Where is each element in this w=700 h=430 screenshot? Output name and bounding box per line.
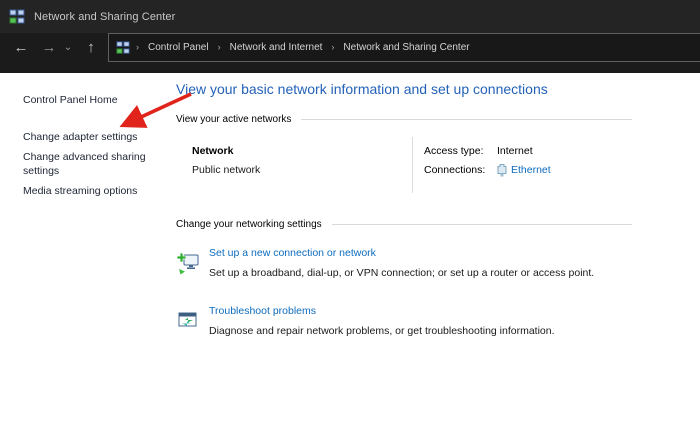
forward-icon[interactable]: → — [36, 33, 62, 62]
network-icon — [9, 9, 25, 25]
sidebar: Control Panel Home Change adapter settin… — [0, 73, 172, 204]
breadcrumb-network-sharing-center[interactable]: Network and Sharing Center — [340, 42, 472, 53]
breadcrumb-control-panel[interactable]: Control Panel — [145, 42, 212, 53]
new-connection-icon — [176, 246, 200, 280]
breadcrumb-separator: › — [135, 42, 140, 52]
setup-connection-description: Set up a broadband, dial-up, or VPN conn… — [209, 266, 594, 280]
address-bar[interactable]: › Control Panel › Network and Internet ›… — [108, 33, 700, 62]
content-area: Control Panel Home Change adapter settin… — [0, 73, 700, 430]
network-details: Access type: Internet Connections: Ether… — [413, 137, 551, 193]
breadcrumb-separator: › — [330, 42, 335, 52]
sidebar-item-media-streaming-options[interactable]: Media streaming options — [23, 184, 147, 198]
setup-connection-link[interactable]: Set up a new connection or network — [209, 246, 594, 260]
window-title: Network and Sharing Center — [34, 11, 175, 23]
networking-settings-section-header: Change your networking settings — [176, 219, 632, 230]
networking-settings-label: Change your networking settings — [176, 219, 322, 230]
network-identity: Network Public network — [176, 137, 412, 193]
access-type-value: Internet — [497, 143, 533, 159]
task-text: Set up a new connection or network Set u… — [209, 246, 594, 280]
network-profile: Public network — [192, 162, 412, 178]
ethernet-icon — [497, 164, 507, 177]
troubleshoot-icon — [176, 304, 200, 338]
up-icon[interactable]: ↑ — [78, 33, 104, 62]
network-name: Network — [192, 143, 412, 159]
access-type-label: Access type: — [424, 143, 497, 159]
task-text: Troubleshoot problems Diagnose and repai… — [209, 304, 555, 338]
network-icon — [116, 41, 130, 55]
troubleshoot-link[interactable]: Troubleshoot problems — [209, 304, 555, 318]
window-titlebar: Network and Sharing Center — [0, 0, 700, 33]
active-network-box: Network Public network Access type: Inte… — [176, 137, 632, 193]
active-networks-section-header: View your active networks — [176, 114, 632, 125]
main-panel: View your basic network information and … — [176, 73, 632, 338]
page-title: View your basic network information and … — [176, 81, 632, 97]
sidebar-item-change-adapter-settings[interactable]: Change adapter settings — [23, 130, 147, 144]
ethernet-link[interactable]: Ethernet — [511, 162, 551, 178]
network-sharing-center-window: Network and Sharing Center ← → ⌄ ↑ › Con… — [0, 0, 700, 430]
section-divider — [301, 119, 632, 120]
recent-pages-chevron-icon[interactable]: ⌄ — [60, 33, 76, 62]
navigation-bar: ← → ⌄ ↑ › Control Panel › Network and In… — [0, 33, 700, 73]
active-networks-label: View your active networks — [176, 114, 291, 125]
access-type-row: Access type: Internet — [424, 143, 551, 159]
troubleshoot-description: Diagnose and repair network problems, or… — [209, 324, 555, 338]
breadcrumb-network-and-internet[interactable]: Network and Internet — [227, 42, 326, 53]
task-setup-connection: Set up a new connection or network Set u… — [176, 246, 632, 280]
sidebar-item-change-advanced-sharing-settings[interactable]: Change advanced sharing settings — [23, 150, 147, 178]
task-troubleshoot: Troubleshoot problems Diagnose and repai… — [176, 304, 632, 338]
connections-row: Connections: Ethernet — [424, 162, 551, 178]
breadcrumb-separator: › — [217, 42, 222, 52]
connections-label: Connections: — [424, 162, 497, 178]
section-divider — [332, 224, 632, 225]
sidebar-item-control-panel-home[interactable]: Control Panel Home — [23, 93, 147, 107]
back-icon[interactable]: ← — [8, 33, 34, 62]
